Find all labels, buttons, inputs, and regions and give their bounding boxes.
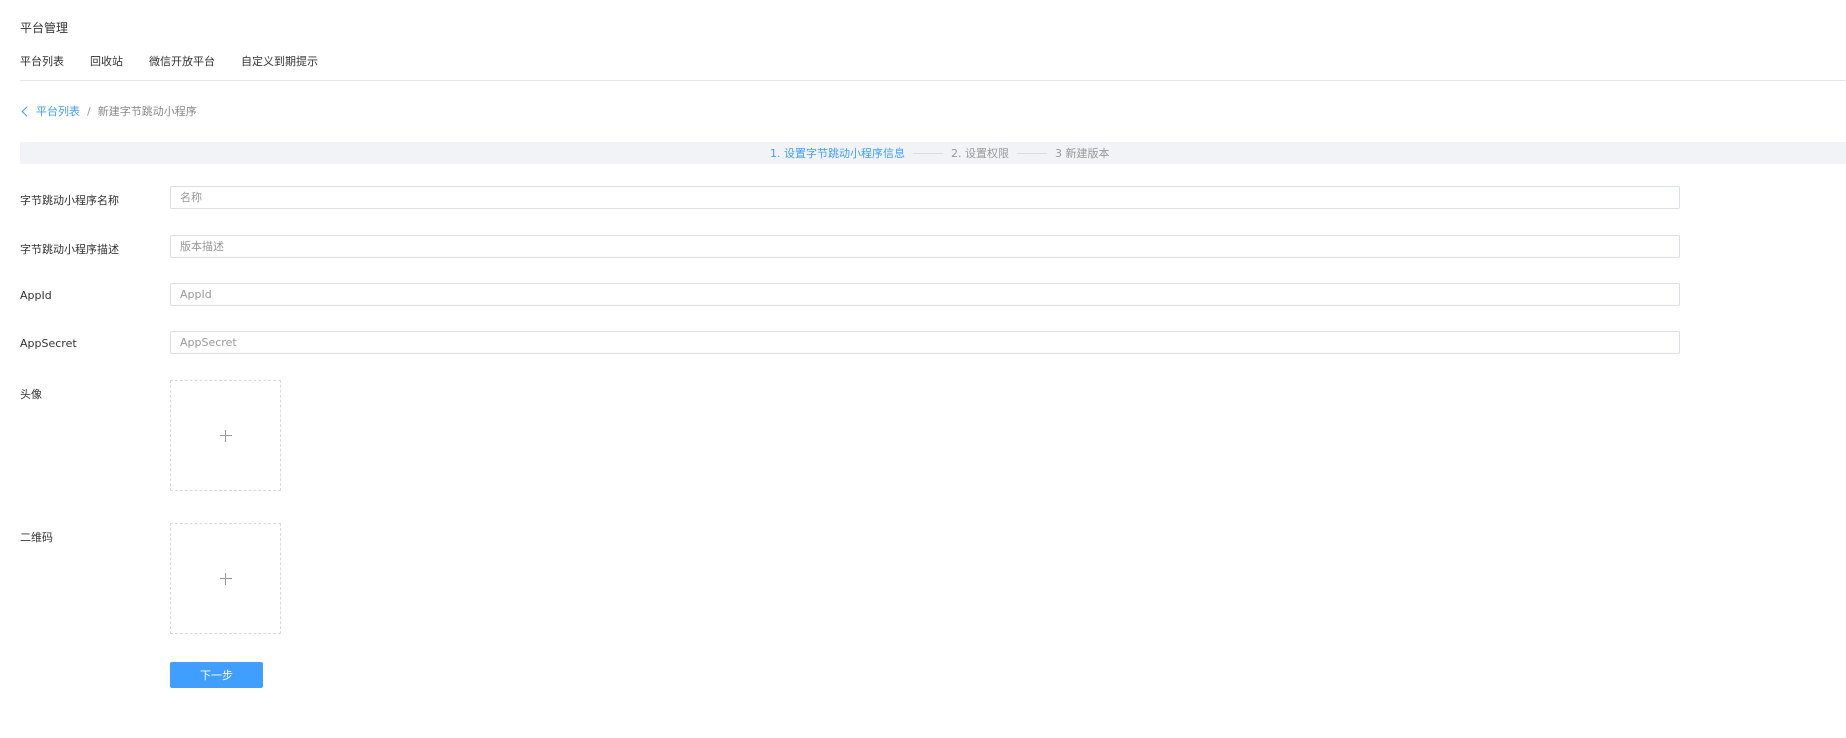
tab-platform-list[interactable]: 平台列表 xyxy=(20,53,64,69)
next-step-button[interactable]: 下一步 xyxy=(170,662,263,688)
step-2: 2. 设置权限 xyxy=(951,147,1009,160)
breadcrumb: 平台列表 / 新建字节跳动小程序 xyxy=(20,103,197,119)
page-title: 平台管理 xyxy=(20,21,69,35)
description-input[interactable] xyxy=(170,235,1680,258)
chevron-left-icon xyxy=(21,106,32,116)
description-label: 字节跳动小程序描述 xyxy=(20,243,119,256)
avatar-label: 头像 xyxy=(20,388,42,401)
appid-label: AppId xyxy=(20,289,52,302)
appsecret-label: AppSecret xyxy=(20,337,77,350)
breadcrumb-separator: / xyxy=(87,104,91,118)
step-connector xyxy=(913,152,943,154)
breadcrumb-back-label: 平台列表 xyxy=(36,105,80,118)
steps-bar: 1. 设置字节跳动小程序信息 2. 设置权限 3 新建版本 xyxy=(20,142,1846,164)
appid-input[interactable] xyxy=(170,283,1680,306)
breadcrumb-back-link[interactable]: 平台列表 xyxy=(20,103,80,119)
tab-recycle-bin[interactable]: 回收站 xyxy=(90,53,123,69)
appsecret-input[interactable] xyxy=(170,331,1680,354)
step-connector xyxy=(1017,152,1047,154)
avatar-uploader[interactable] xyxy=(170,380,281,491)
header-divider xyxy=(20,80,1846,81)
top-tabs: 平台列表 回收站 微信开放平台 自定义到期提示 xyxy=(20,53,344,69)
step-1: 1. 设置字节跳动小程序信息 xyxy=(770,147,905,160)
name-input[interactable] xyxy=(170,186,1680,209)
qrcode-label: 二维码 xyxy=(20,531,53,544)
breadcrumb-current: 新建字节跳动小程序 xyxy=(97,105,197,118)
tab-custom-expiry-notice[interactable]: 自定义到期提示 xyxy=(241,53,318,69)
page: 平台管理 平台列表 回收站 微信开放平台 自定义到期提示 平台列表 / 新建字节… xyxy=(0,0,1846,738)
name-label: 字节跳动小程序名称 xyxy=(20,194,119,207)
plus-icon xyxy=(219,572,232,585)
steps: 1. 设置字节跳动小程序信息 2. 设置权限 3 新建版本 xyxy=(770,142,1110,164)
qrcode-uploader[interactable] xyxy=(170,523,281,634)
plus-icon xyxy=(219,429,232,442)
step-3: 3 新建版本 xyxy=(1055,147,1110,160)
tab-wechat-open-platform[interactable]: 微信开放平台 xyxy=(149,53,215,69)
